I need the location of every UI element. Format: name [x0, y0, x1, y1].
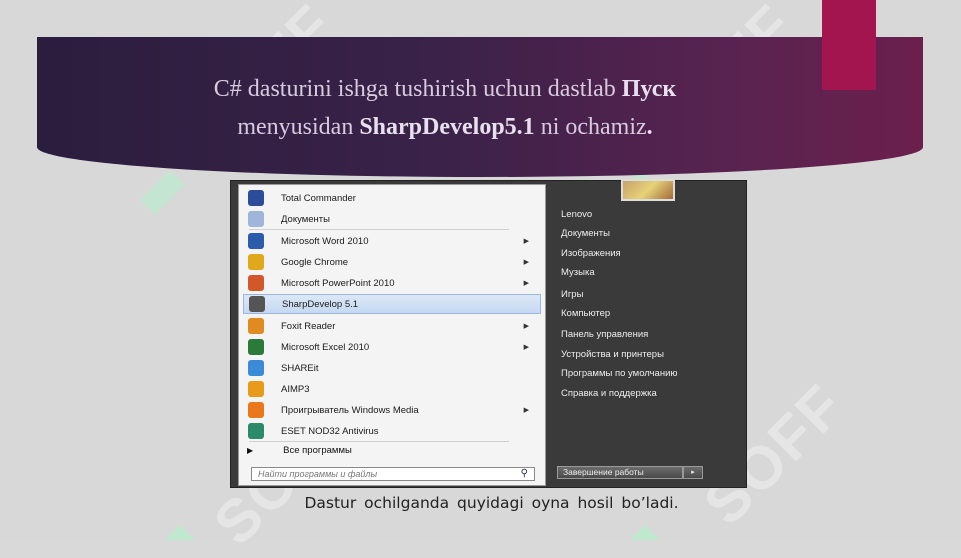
- program-item[interactable]: Проигрыватель Windows Media ▶: [243, 400, 541, 420]
- program-label: Microsoft Word 2010: [281, 235, 369, 247]
- programs-pane: ▶ Все программы Найти программы и файлы …: [238, 184, 546, 486]
- aimp-icon: [243, 380, 269, 398]
- shareit-icon: [243, 359, 269, 377]
- program-label: Microsoft Excel 2010: [281, 341, 370, 353]
- program-label: AIMP3: [281, 383, 310, 395]
- program-label: SHAREit: [281, 362, 319, 374]
- program-label: Total Commander: [281, 192, 356, 204]
- program-label: Документы: [281, 213, 330, 225]
- watermark-logo: [165, 525, 195, 540]
- places-item[interactable]: Компьютер: [561, 308, 610, 319]
- title-text: C# dasturini ishga tushirish uchun dastl…: [213, 76, 622, 102]
- places-item[interactable]: Изображения: [561, 248, 621, 259]
- slide-caption: Dastur ochilganda quyidagi oyna hosil bo…: [304, 494, 679, 512]
- program-label: SharpDevelop 5.1: [282, 298, 359, 310]
- program-label: Проигрыватель Windows Media: [281, 404, 419, 416]
- all-programs-label: Все программы: [283, 445, 352, 456]
- shutdown-button[interactable]: Завершение работы: [557, 466, 683, 479]
- shutdown-options-button[interactable]: ▸: [683, 466, 703, 479]
- separator: [249, 229, 509, 230]
- excel-icon: [243, 338, 269, 356]
- foxit-icon: [243, 317, 269, 335]
- all-programs-button[interactable]: ▶ Все программы: [247, 445, 352, 456]
- powerpoint-icon: [243, 274, 269, 292]
- triangle-right-icon: ▶: [247, 446, 254, 455]
- program-label: Google Chrome: [281, 256, 349, 268]
- chrome-icon: [243, 253, 269, 271]
- windows-media-icon: [243, 401, 269, 419]
- title-period: .: [646, 114, 653, 140]
- submenu-arrow-icon: ▶: [523, 323, 529, 330]
- program-item[interactable]: ESET NOD32 Antivirus: [243, 421, 541, 441]
- watermark-logo: [630, 525, 660, 540]
- places-item[interactable]: Справка и поддержка: [561, 388, 657, 399]
- user-avatar[interactable]: [621, 179, 675, 201]
- places-item[interactable]: Устройства и принтеры: [561, 349, 664, 360]
- title-bold-pusk: Пуск: [621, 76, 677, 102]
- eset-icon: [243, 422, 269, 440]
- program-item[interactable]: Microsoft Word 2010 ▶: [243, 231, 541, 251]
- separator: [249, 441, 509, 442]
- title-bold-sharpdevelop: SharpDevelop5.1: [359, 114, 535, 140]
- program-item[interactable]: Total Commander: [243, 188, 541, 208]
- program-item[interactable]: Microsoft PowerPoint 2010 ▶: [243, 273, 541, 293]
- submenu-arrow-icon: ▶: [523, 238, 529, 245]
- places-pane: Завершение работы ▸ Lenovo Документы Изобр…: [549, 179, 746, 487]
- title-text: ni ochamiz: [534, 114, 647, 140]
- search-input[interactable]: Найти программы и файлы ⚲: [251, 467, 535, 481]
- program-item[interactable]: SHAREit: [243, 358, 541, 378]
- program-item[interactable]: AIMP3: [243, 379, 541, 399]
- program-label: Microsoft PowerPoint 2010: [281, 277, 395, 289]
- places-item[interactable]: Lenovo: [561, 209, 592, 220]
- slide: SOFF SOFF SOFF SOFF C# dasturini ishga t…: [0, 0, 961, 558]
- program-item[interactable]: Microsoft Excel 2010 ▶: [243, 337, 541, 357]
- sharpdevelop-icon: [244, 295, 270, 313]
- places-item[interactable]: Музыка: [561, 267, 595, 278]
- submenu-arrow-icon: ▶: [523, 344, 529, 351]
- documents-icon: [243, 210, 269, 228]
- submenu-arrow-icon: ▶: [523, 259, 529, 266]
- search-placeholder: Найти программы и файлы: [258, 469, 378, 479]
- start-menu: ▶ Все программы Найти программы и файлы …: [230, 179, 747, 488]
- submenu-arrow-icon: ▶: [523, 280, 529, 287]
- program-item[interactable]: SharpDevelop 5.1: [243, 294, 541, 314]
- word-icon: [243, 232, 269, 250]
- places-item[interactable]: Панель управления: [561, 329, 648, 340]
- program-item[interactable]: Документы: [243, 209, 541, 229]
- slide-title: C# dasturini ishga tushirish uchun dastl…: [140, 70, 750, 146]
- program-item[interactable]: Foxit Reader ▶: [243, 316, 541, 336]
- program-label: Foxit Reader: [281, 320, 336, 332]
- places-item[interactable]: Документы: [561, 228, 610, 239]
- search-icon[interactable]: ⚲: [521, 468, 528, 480]
- submenu-arrow-icon: ▶: [523, 407, 529, 414]
- places-item[interactable]: Программы по умолчанию: [561, 368, 678, 379]
- accent-bar: [822, 0, 876, 90]
- places-item[interactable]: Игры: [561, 289, 583, 300]
- title-text: menyusidan: [237, 114, 360, 140]
- program-label: ESET NOD32 Antivirus: [281, 425, 379, 437]
- program-item[interactable]: Google Chrome ▶: [243, 252, 541, 272]
- total-commander-icon: [243, 189, 269, 207]
